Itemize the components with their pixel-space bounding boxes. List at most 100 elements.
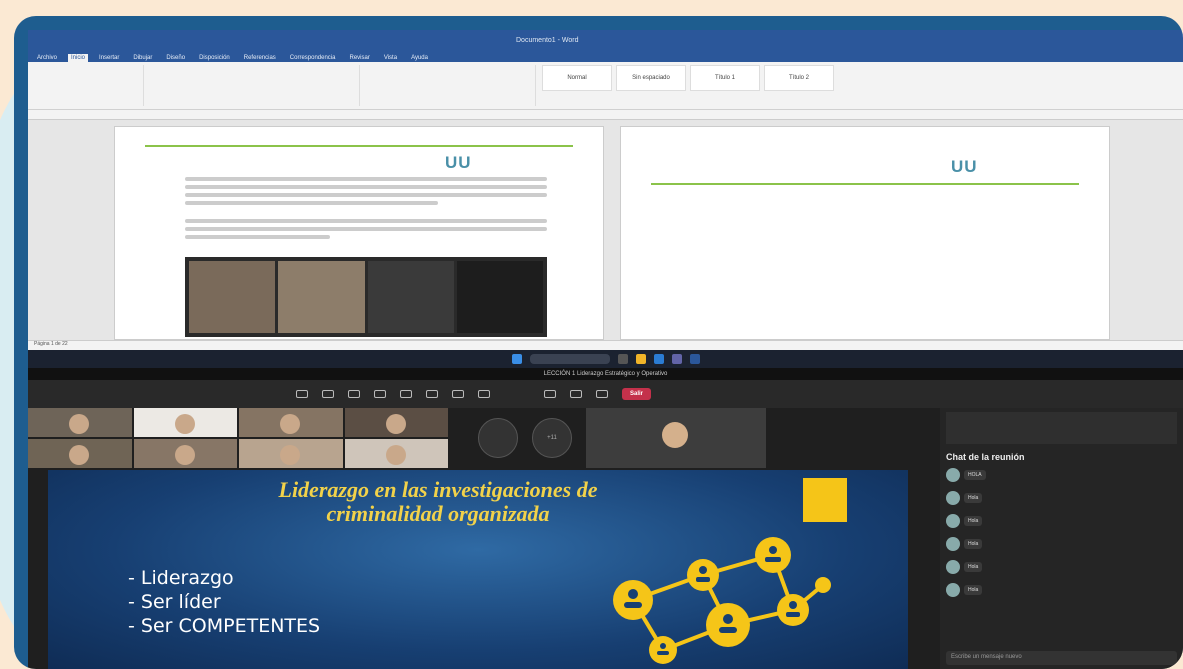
tab-inicio[interactable]: Inicio [68, 54, 89, 62]
participant-video-large[interactable] [586, 408, 766, 468]
style-no-spacing[interactable]: Sin espaciado [616, 65, 686, 91]
bullet-item: Liderazgo [128, 566, 320, 590]
windows-taskbar [28, 350, 1183, 368]
view-button[interactable] [400, 390, 412, 398]
header-line [651, 183, 1079, 185]
participant-video[interactable] [344, 439, 448, 468]
style-normal[interactable]: Normal [542, 65, 612, 91]
style-heading-2[interactable]: Título 2 [764, 65, 834, 91]
word-window-title: Documento1 - Word [516, 36, 579, 44]
people-icon [322, 390, 334, 398]
chat-message: Hola [946, 491, 1177, 505]
grid-icon [400, 390, 412, 398]
people-button[interactable] [322, 390, 334, 398]
chat-message: HOLA [946, 468, 1177, 482]
reactions-button[interactable] [374, 390, 386, 398]
mic-button[interactable] [570, 390, 582, 398]
chat-message: Hola [946, 537, 1177, 551]
participant-video[interactable] [28, 408, 132, 437]
apps-icon [452, 390, 464, 398]
device-frame: Documento1 - Word Archivo Inicio Inserta… [14, 16, 1183, 669]
network-people-icon [613, 537, 831, 664]
word-ribbon-tabs: Archivo Inicio Insertar Dibujar Diseño D… [28, 50, 1183, 62]
chat-button[interactable] [296, 390, 308, 398]
ruler [28, 110, 1183, 120]
hand-icon [348, 390, 360, 398]
avatar [946, 468, 960, 482]
document-page-1[interactable]: UU [114, 126, 604, 340]
participant-thumbnails [28, 408, 448, 468]
tab-revisar[interactable]: Revisar [346, 54, 372, 62]
style-heading-1[interactable]: Título 1 [690, 65, 760, 91]
slide-title-line-1: Liderazgo en las investigaciones de [278, 477, 598, 502]
participant-video[interactable] [239, 408, 343, 437]
smile-icon [374, 390, 386, 398]
body-text [185, 173, 547, 243]
participant-video[interactable] [239, 439, 343, 468]
participant-strip: +11 [478, 408, 938, 468]
header-line [145, 145, 573, 147]
university-logo: UU [445, 153, 472, 172]
tab-referencias[interactable]: Referencias [241, 54, 279, 62]
chat-compose-input[interactable]: Escribe un mensaje nuevo [946, 651, 1177, 665]
tab-vista[interactable]: Vista [381, 54, 400, 62]
participant-video[interactable] [344, 408, 448, 437]
tab-dibujar[interactable]: Dibujar [130, 54, 155, 62]
bullet-item: Ser líder [128, 590, 320, 614]
avatar [946, 560, 960, 574]
notes-button[interactable] [426, 390, 438, 398]
mic-icon [570, 390, 582, 398]
university-logo: UU [951, 157, 978, 176]
apps-button[interactable] [452, 390, 464, 398]
more-participants[interactable]: +11 [532, 418, 572, 458]
tab-correspondencia[interactable]: Correspondencia [287, 54, 339, 62]
notes-icon [426, 390, 438, 398]
camera-button[interactable] [544, 390, 556, 398]
slide-title: Liderazgo en las investigaciones de crim… [68, 478, 808, 526]
chat-notice [946, 412, 1177, 444]
more-icon [478, 390, 490, 398]
shared-slide: Liderazgo en las investigaciones de crim… [48, 470, 908, 669]
tab-diseno[interactable]: Diseño [163, 54, 188, 62]
paragraph-group [366, 65, 536, 106]
tab-disposicion[interactable]: Disposición [196, 54, 233, 62]
teams-icon[interactable] [671, 354, 682, 364]
bullet-item: Ser COMPETENTES [128, 614, 320, 638]
raise-hand-button[interactable] [348, 390, 360, 398]
leave-button[interactable]: Salir [622, 388, 652, 400]
chat-message: Hola [946, 583, 1177, 597]
embedded-screenshot [185, 257, 547, 337]
avatar [946, 514, 960, 528]
tab-insertar[interactable]: Insertar [96, 54, 122, 62]
participant-video[interactable] [133, 439, 237, 468]
taskview-icon[interactable] [617, 354, 628, 364]
participant-avatar[interactable] [478, 418, 518, 458]
chat-message: Hola [946, 560, 1177, 574]
participant-video[interactable] [133, 408, 237, 437]
document-page-2[interactable]: UU [620, 126, 1110, 340]
word-titlebar: Documento1 - Word [28, 30, 1183, 50]
share-button[interactable] [596, 390, 608, 398]
styles-gallery: Normal Sin espaciado Título 1 Título 2 [542, 65, 834, 106]
explorer-icon[interactable] [635, 354, 646, 364]
slide-title-line-2: criminalidad organizada [326, 501, 550, 526]
start-icon[interactable] [511, 354, 522, 364]
edge-icon[interactable] [653, 354, 664, 364]
meeting-title: LECCIÓN 1 Liderazgo Estratégico y Operat… [28, 368, 1183, 380]
tab-ayuda[interactable]: Ayuda [408, 54, 431, 62]
word-icon[interactable] [689, 354, 700, 364]
more-button[interactable] [478, 390, 490, 398]
chat-icon [296, 390, 308, 398]
clipboard-group [34, 65, 144, 106]
document-area: UU UU [28, 110, 1183, 340]
meeting-chat-panel: Chat de la reunión HOLA Hola Hola Hola H… [940, 408, 1183, 669]
slide-bullets: Liderazgo Ser líder Ser COMPETENTES [128, 566, 320, 638]
meeting-toolbar: Salir [28, 380, 1183, 408]
chat-message: Hola [946, 514, 1177, 528]
taskbar-search[interactable] [529, 354, 610, 364]
camera-icon [544, 390, 556, 398]
share-icon [596, 390, 608, 398]
tab-archivo[interactable]: Archivo [34, 54, 60, 62]
participant-video[interactable] [28, 439, 132, 468]
word-statusbar: Página 1 de 22 [28, 340, 1183, 350]
